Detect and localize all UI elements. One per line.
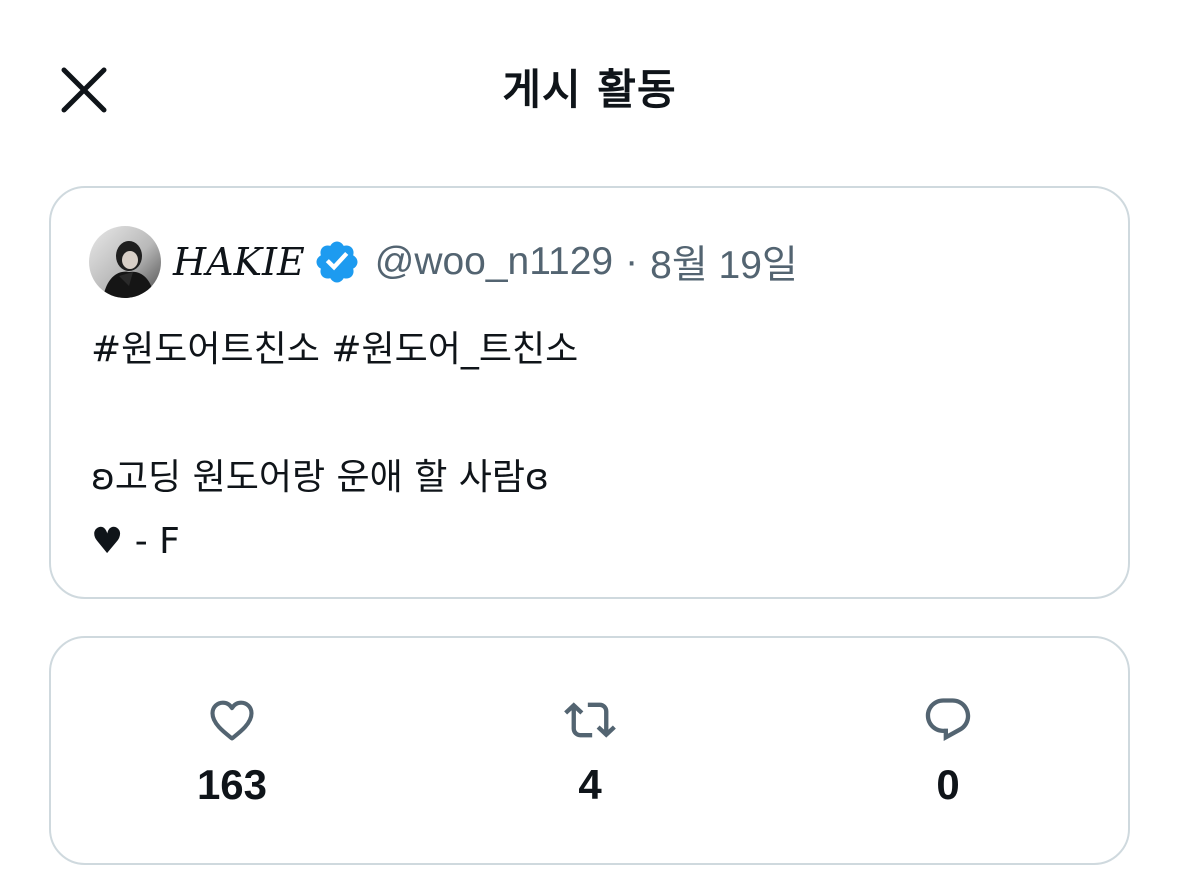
likes-stat[interactable]: 163 xyxy=(132,694,332,810)
verified-badge-icon xyxy=(316,241,358,283)
likes-count: 163 xyxy=(196,761,268,808)
avatar[interactable] xyxy=(89,226,161,298)
replies-count: 0 xyxy=(936,761,960,808)
post-date[interactable]: 8월 19일 xyxy=(650,234,798,290)
reposts-stat[interactable]: 4 xyxy=(490,694,690,810)
engagement-stats: 163 4 0 xyxy=(49,636,1130,865)
heart-icon[interactable] xyxy=(206,694,258,746)
display-name[interactable]: HAKIE xyxy=(173,240,305,284)
post-card[interactable]: HAKIE @woo_n1129 · 8월 19일 #원도어트친소 #원도어_트… xyxy=(49,186,1130,599)
post-text: #원도어트친소 #원도어_트친소 ʚ고딩 원도어랑 운애 할 사람ɞ ♥ - F xyxy=(91,318,578,574)
post-line-blank xyxy=(91,382,578,446)
post-line-hashtags[interactable]: #원도어트친소 #원도어_트친소 xyxy=(91,318,578,382)
reply-icon[interactable] xyxy=(922,694,974,746)
post-author-row: HAKIE @woo_n1129 · 8월 19일 xyxy=(89,226,798,298)
top-bar: 게시 활동 xyxy=(0,0,1179,180)
page-title: 게시 활동 xyxy=(502,65,677,114)
author-handle[interactable]: @woo_n1129 xyxy=(375,240,613,284)
replies-stat[interactable]: 0 xyxy=(848,694,1048,810)
repost-icon[interactable] xyxy=(564,694,616,746)
post-line-signature: ♥ - F xyxy=(91,521,180,562)
meta-separator: · xyxy=(625,240,639,283)
reposts-count: 4 xyxy=(578,761,602,808)
post-line-message: ʚ고딩 원도어랑 운애 할 사람ɞ xyxy=(91,457,549,498)
